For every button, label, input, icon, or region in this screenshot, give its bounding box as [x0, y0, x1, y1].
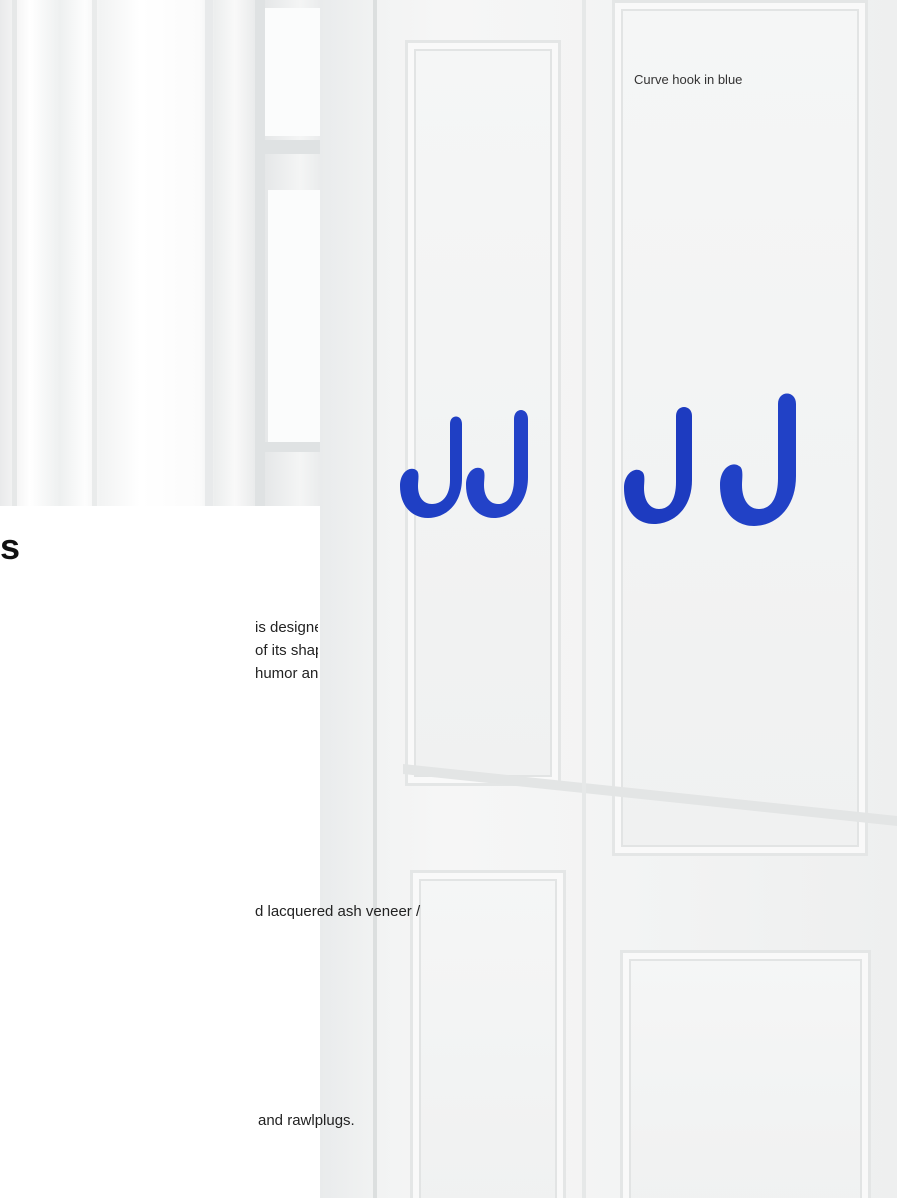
window-photo	[0, 0, 370, 506]
door-photo	[320, 0, 897, 1198]
curve-hook-icon	[720, 393, 796, 526]
curve-hook-icon	[400, 416, 462, 518]
product-description: is designed a wooden hook of its shape a…	[0, 616, 318, 685]
material-text: d lacquered ash veneer /	[255, 903, 421, 920]
image-caption: Curve hook in blue	[634, 72, 743, 87]
mounting-text: and rawlplugs.	[258, 1112, 355, 1129]
product-title: s	[0, 526, 21, 567]
curve-hook-icon	[624, 407, 692, 524]
curve-hook-icon	[466, 410, 528, 518]
description-text: is designed a wooden hook of its shape a…	[255, 619, 318, 682]
